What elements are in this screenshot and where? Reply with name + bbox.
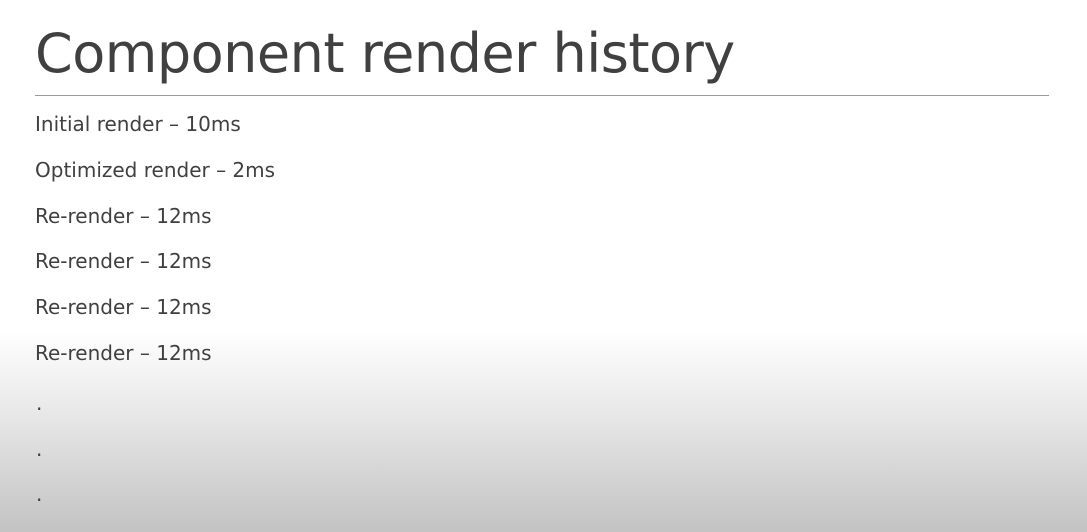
ellipsis-dot: . (36, 390, 43, 415)
list-item: Re-render – 12ms (35, 340, 212, 365)
list-item: Re-render – 12ms (35, 203, 212, 228)
list-item: Initial render – 10ms (35, 112, 241, 136)
title-divider (35, 95, 1049, 96)
slide-title: Component render history (35, 22, 735, 85)
list-item: Re-render – 12ms (35, 249, 212, 274)
ellipsis-dot: . (36, 436, 43, 461)
list-item: Re-render – 12ms (35, 295, 212, 320)
slide: Component render history Initial render … (0, 0, 1087, 532)
ellipsis-dot: . (36, 482, 43, 507)
render-history-list: Initial render – 10ms Optimized render –… (35, 108, 275, 520)
list-item: Optimized render – 2ms (35, 157, 276, 182)
